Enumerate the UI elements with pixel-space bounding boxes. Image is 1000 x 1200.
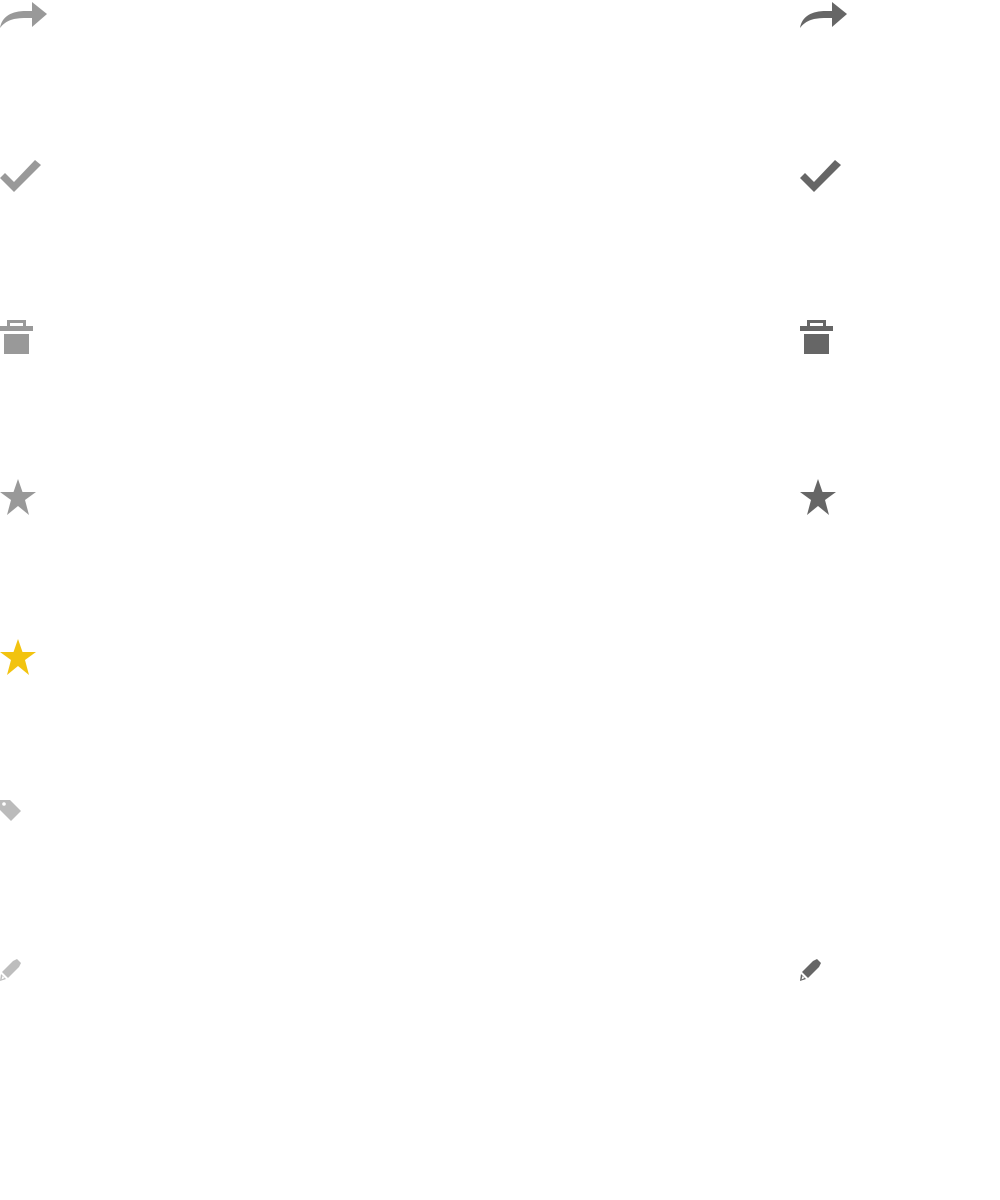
tag-icon[interactable] [0, 800, 22, 822]
pencil-hover-icon[interactable] [800, 959, 822, 981]
star-icon[interactable] [0, 479, 36, 516]
checkmark-hover-icon[interactable] [800, 159, 842, 193]
checkmark-icon[interactable] [0, 159, 42, 193]
trash-icon[interactable] [0, 320, 33, 355]
star-hover-icon[interactable] [800, 479, 836, 516]
pencil-icon[interactable] [0, 959, 22, 981]
icon-sprite-sheet [0, 0, 1000, 1200]
forward-arrow-hover-icon[interactable] [800, 0, 848, 30]
trash-hover-icon[interactable] [800, 320, 833, 355]
forward-arrow-icon[interactable] [0, 0, 48, 30]
star-filled-icon[interactable] [0, 639, 36, 676]
